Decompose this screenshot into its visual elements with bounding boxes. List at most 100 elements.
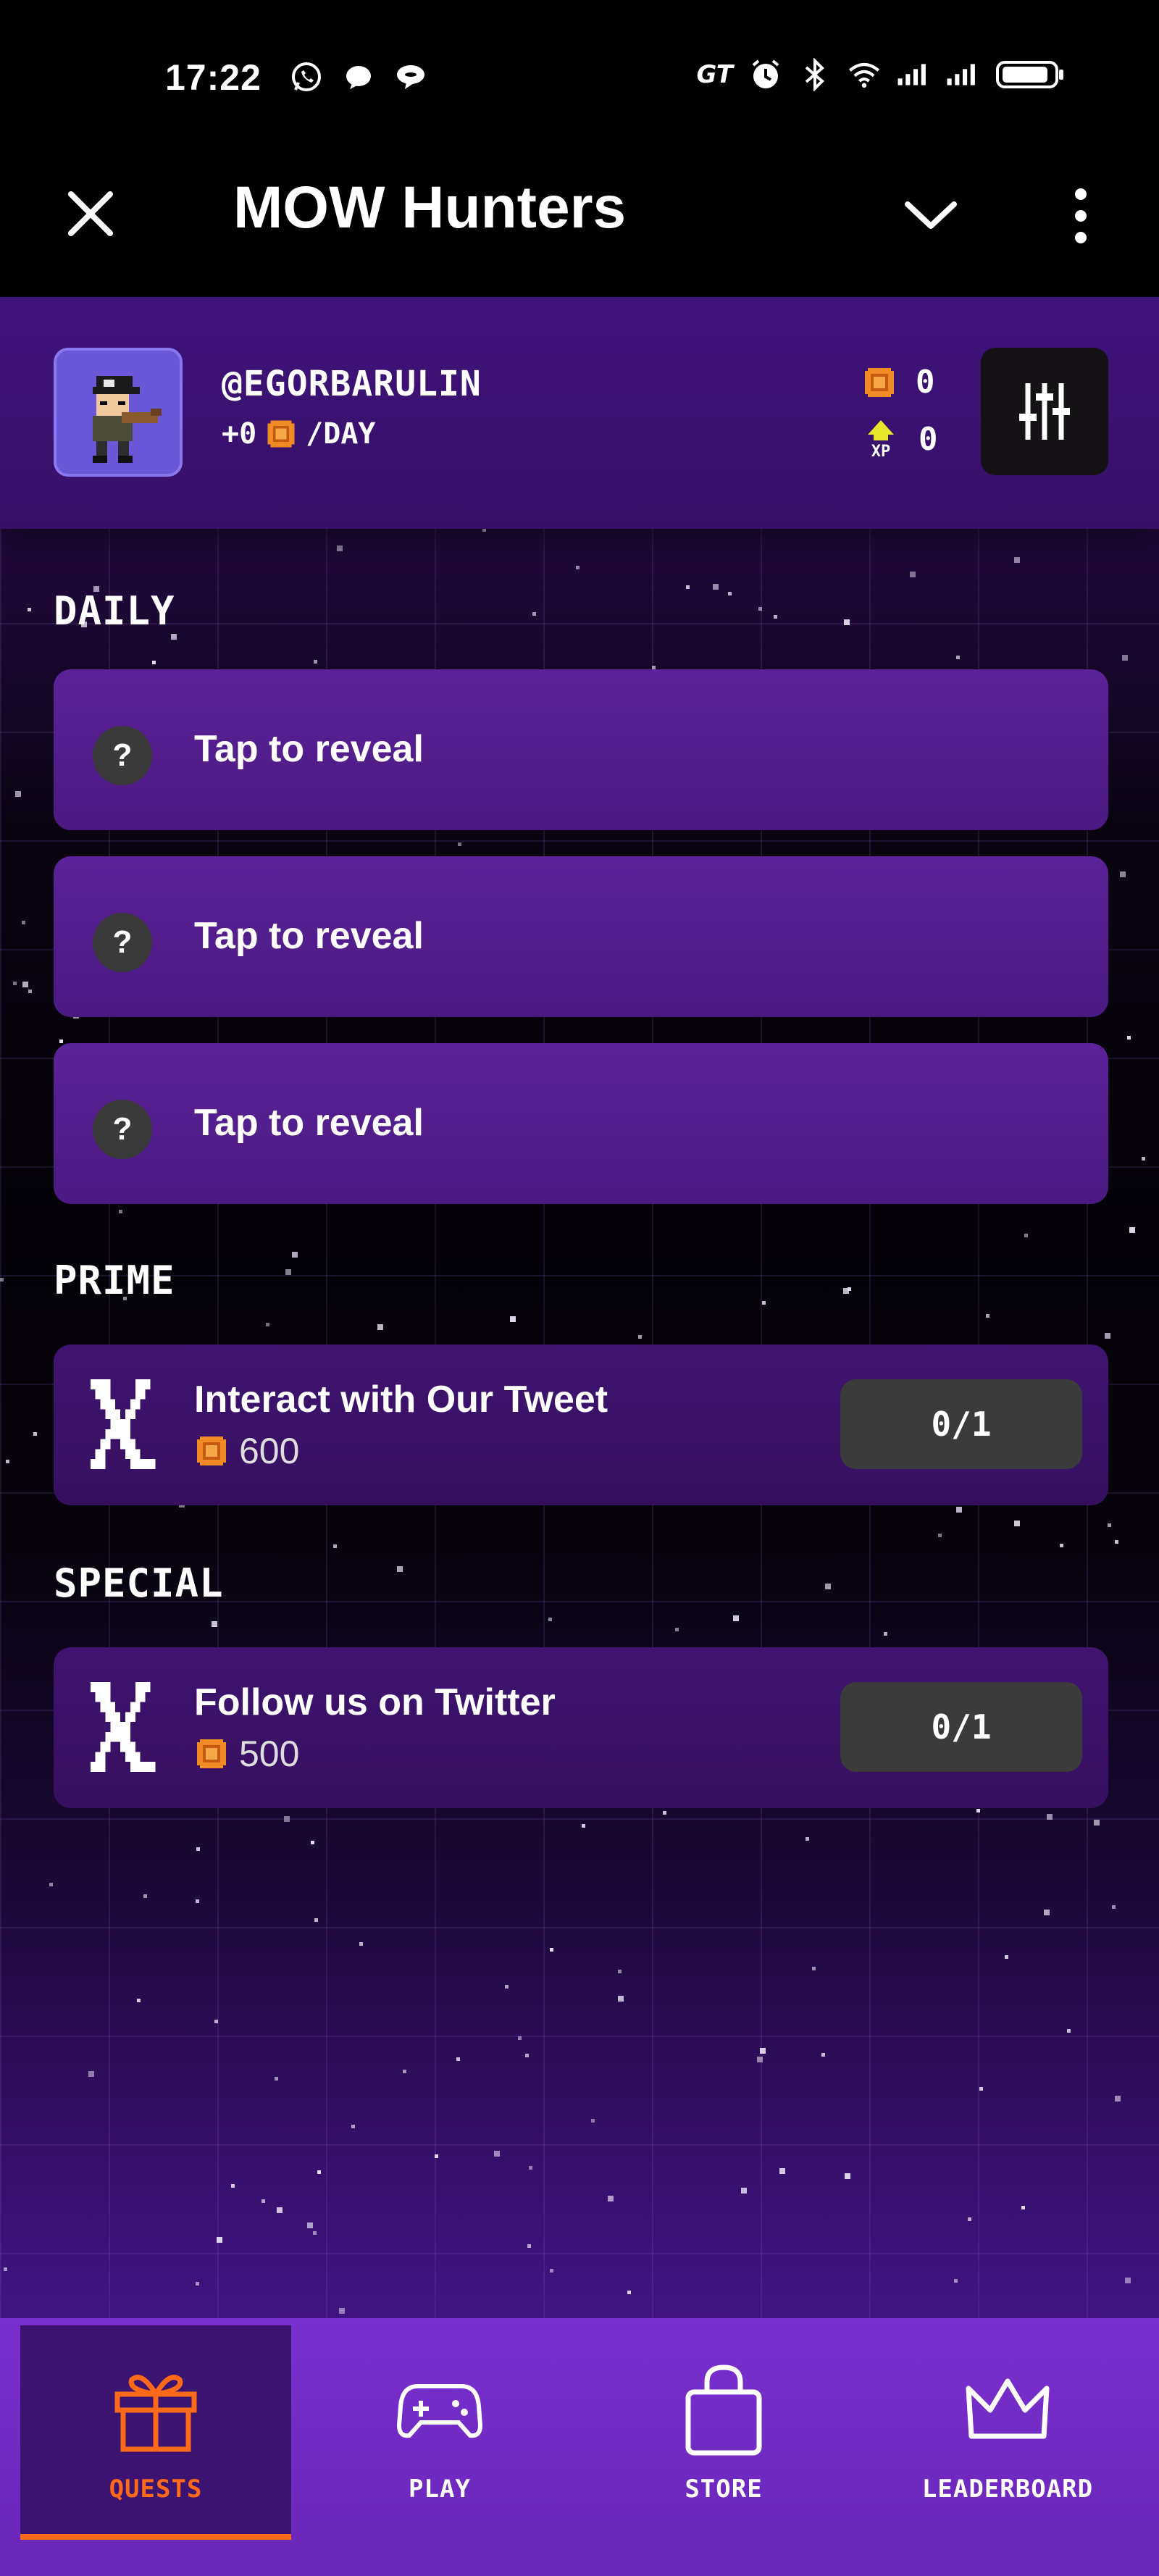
- section-prime: PRIME: [54, 1258, 175, 1303]
- daily-quest-card[interactable]: ? Tap to reveal: [54, 856, 1108, 1017]
- star: [317, 2170, 321, 2174]
- more-options-icon[interactable]: [1052, 180, 1110, 252]
- star: [938, 1534, 942, 1537]
- star: [675, 1628, 679, 1631]
- chat-bubble-icon: [342, 61, 375, 94]
- star: [1060, 1544, 1063, 1547]
- star: [582, 1824, 585, 1828]
- task-progress-button[interactable]: 0/1: [840, 1379, 1082, 1469]
- daily-quest-card[interactable]: ? Tap to reveal: [54, 1043, 1108, 1204]
- star: [527, 2244, 531, 2248]
- star: [152, 661, 156, 664]
- star: [1014, 557, 1020, 563]
- star: [638, 1335, 642, 1339]
- section-daily: DAILY: [54, 588, 175, 634]
- star: [713, 584, 719, 590]
- star: [774, 615, 777, 619]
- star: [956, 1507, 962, 1513]
- star: [4, 2267, 7, 2271]
- star: [88, 2071, 94, 2077]
- star: [1120, 871, 1126, 877]
- user-header: @EGORBARULIN +0 /DAY 0 XP 0: [0, 297, 1159, 529]
- star: [119, 1210, 122, 1213]
- nav-store[interactable]: STORE: [588, 2325, 859, 2540]
- daily-quest-label: Tap to reveal: [194, 1102, 424, 1144]
- nav-leaderboard[interactable]: LEADERBOARD: [872, 2325, 1143, 2540]
- star: [529, 2166, 532, 2170]
- nav-play[interactable]: PLAY: [304, 2325, 575, 2540]
- star: [359, 1942, 363, 1946]
- nav-quests-label: QUESTS: [109, 2475, 203, 2504]
- star: [231, 2184, 235, 2188]
- star: [337, 545, 343, 551]
- star: [848, 1287, 851, 1291]
- star: [33, 1432, 37, 1436]
- star: [627, 2291, 631, 2294]
- system-icons: GT: [696, 58, 1065, 91]
- star: [663, 1811, 666, 1815]
- per-day-label: /DAY: [306, 417, 376, 451]
- star: [845, 2173, 850, 2179]
- star: [1014, 1521, 1020, 1526]
- gt-icon: GT: [696, 60, 733, 89]
- star: [1115, 1540, 1118, 1544]
- coin-icon: [267, 420, 295, 448]
- star: [1067, 2029, 1071, 2033]
- sliders-icon: [1019, 383, 1070, 440]
- x-logo-icon: [90, 1682, 156, 1772]
- star: [608, 2196, 614, 2201]
- bottom-nav: QUESTS PLAY STORE LEADERBOARD: [0, 2318, 1159, 2576]
- coin-icon: [865, 367, 894, 397]
- star: [760, 2048, 766, 2054]
- gamepad-icon: [393, 2363, 487, 2457]
- star: [15, 791, 21, 797]
- reward-amount: 600: [239, 1431, 300, 1471]
- question-icon: ?: [93, 1100, 152, 1159]
- section-special: SPECIAL: [54, 1560, 224, 1606]
- star: [261, 2199, 265, 2203]
- star: [956, 656, 960, 659]
- daily-quest-card[interactable]: ? Tap to reveal: [54, 669, 1108, 830]
- nav-quests[interactable]: QUESTS: [20, 2325, 291, 2540]
- settings-button[interactable]: [981, 348, 1108, 475]
- star: [757, 2057, 763, 2062]
- close-icon[interactable]: [58, 181, 123, 246]
- quests-screen: @EGORBARULIN +0 /DAY 0 XP 0 DAILY ? Tap …: [0, 297, 1159, 2318]
- star: [0, 1278, 4, 1281]
- per-day-amount: +0: [222, 417, 257, 451]
- star: [314, 660, 317, 664]
- star: [1129, 1227, 1135, 1233]
- bluetooth-icon: [798, 58, 832, 91]
- daily-quest-label: Tap to reveal: [194, 915, 424, 957]
- star: [758, 607, 762, 611]
- avatar[interactable]: [54, 348, 183, 477]
- wifi-icon: [848, 58, 881, 91]
- whatsapp-icon: [290, 61, 323, 94]
- star: [196, 1899, 199, 1903]
- prime-task-card[interactable]: Interact with Our Tweet 600 0/1: [54, 1345, 1108, 1505]
- task-reward: 600: [194, 1430, 299, 1472]
- special-task-card[interactable]: Follow us on Twitter 500 0/1: [54, 1647, 1108, 1808]
- star: [821, 2053, 825, 2057]
- question-icon: ?: [93, 913, 152, 972]
- star: [13, 982, 17, 985]
- star: [979, 2087, 983, 2091]
- star: [59, 1040, 63, 1043]
- star: [812, 1967, 816, 1970]
- star: [954, 2279, 958, 2283]
- star: [313, 2231, 317, 2235]
- star: [1142, 1157, 1145, 1161]
- task-progress-button[interactable]: 0/1: [840, 1682, 1082, 1772]
- star: [618, 1970, 622, 1973]
- star: [22, 921, 25, 924]
- star: [143, 1894, 147, 1898]
- coin-icon: [197, 1437, 226, 1465]
- app-bar: MOW Hunters: [0, 152, 1159, 297]
- star: [510, 1316, 516, 1322]
- task-reward: 500: [194, 1733, 299, 1775]
- star: [525, 2054, 529, 2057]
- star: [314, 1918, 318, 1922]
- coin-balance: 0: [862, 364, 935, 401]
- username: @EGORBARULIN: [222, 364, 482, 404]
- chevron-down-icon[interactable]: [898, 183, 963, 248]
